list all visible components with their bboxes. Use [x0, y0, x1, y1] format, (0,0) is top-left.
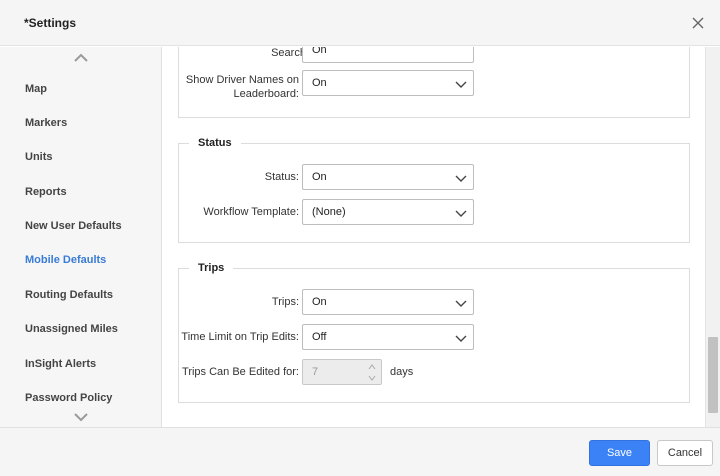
sidebar-item-reports[interactable]: Reports: [0, 180, 161, 204]
chevron-up-icon: [368, 364, 376, 370]
dialog-title: *Settings: [24, 16, 77, 30]
settings-dialog: *Settings Map Markers Units Reports New …: [0, 0, 720, 476]
workflow-template-select-value: (None): [312, 206, 346, 218]
time-limit-select-value: Off: [312, 331, 327, 343]
chevron-down-icon: [455, 175, 467, 182]
sidebar-item-unassigned-miles[interactable]: Unassigned Miles: [0, 317, 161, 341]
driver-names-select-value: On: [312, 77, 327, 89]
sidebar-item-markers[interactable]: Markers: [0, 111, 161, 135]
trips-select-value: On: [312, 296, 327, 308]
settings-sidebar: Map Markers Units Reports New User Defau…: [0, 47, 162, 427]
sidebar-item-password-policy[interactable]: Password Policy: [0, 386, 161, 410]
chevron-up-icon[interactable]: [73, 52, 89, 64]
settings-content: Search: On Show Driver Names on Leaderbo…: [163, 47, 705, 427]
workflow-template-label: Workflow Template:: [203, 206, 299, 218]
scrollbar-thumb[interactable]: [708, 337, 718, 413]
driver-names-select[interactable]: On: [302, 70, 474, 96]
trips-section-title: Trips: [189, 262, 234, 274]
status-section-title: Status: [189, 137, 241, 149]
edit-days-value: 7: [312, 366, 319, 378]
search-select-value: On: [312, 47, 327, 56]
edit-days-unit: days: [390, 366, 414, 378]
sidebar-item-insight-alerts[interactable]: InSight Alerts: [0, 352, 161, 376]
search-label: Search:: [271, 47, 309, 59]
status-label: Status:: [264, 171, 299, 183]
sidebar-item-map[interactable]: Map: [0, 77, 161, 101]
status-select[interactable]: On: [302, 164, 474, 190]
time-limit-select[interactable]: Off: [302, 324, 474, 350]
content-scrollbar[interactable]: [705, 47, 720, 427]
search-select[interactable]: On: [302, 47, 474, 63]
save-button[interactable]: Save: [589, 440, 650, 466]
trips-section: Trips Trips: On Time Limit on Trip Edits…: [178, 262, 690, 403]
sidebar-item-mobile-defaults[interactable]: Mobile Defaults: [0, 248, 161, 272]
sidebar-item-units[interactable]: Units: [0, 145, 161, 169]
chevron-down-icon: [455, 300, 467, 307]
chevron-down-icon: [455, 335, 467, 342]
sidebar-item-new-user-defaults[interactable]: New User Defaults: [0, 214, 161, 238]
chevron-down-icon: [368, 375, 376, 381]
status-section: Status Status: On Workflow Template: (No…: [178, 137, 690, 243]
cancel-button[interactable]: Cancel: [657, 440, 713, 466]
time-limit-label: Time Limit on Trip Edits:: [181, 331, 299, 343]
chevron-down-icon: [455, 81, 467, 88]
driver-names-label: Show Driver Names on Leaderboard:: [185, 74, 299, 100]
workflow-template-select[interactable]: (None): [302, 199, 474, 225]
dialog-header: *Settings: [0, 0, 720, 46]
sidebar-item-routing-defaults[interactable]: Routing Defaults: [0, 283, 161, 307]
close-icon[interactable]: [690, 15, 706, 31]
trips-label: Trips:: [271, 296, 299, 308]
chevron-down-icon[interactable]: [73, 411, 89, 423]
edit-days-stepper: 7: [302, 359, 382, 385]
trips-select[interactable]: On: [302, 289, 474, 315]
chevron-down-icon: [455, 210, 467, 217]
dialog-footer: Save Cancel: [0, 427, 720, 476]
status-select-value: On: [312, 171, 327, 183]
edit-days-label: Trips Can Be Edited for:: [182, 366, 299, 378]
leaderboard-section: Search: On Show Driver Names on Leaderbo…: [178, 47, 690, 118]
